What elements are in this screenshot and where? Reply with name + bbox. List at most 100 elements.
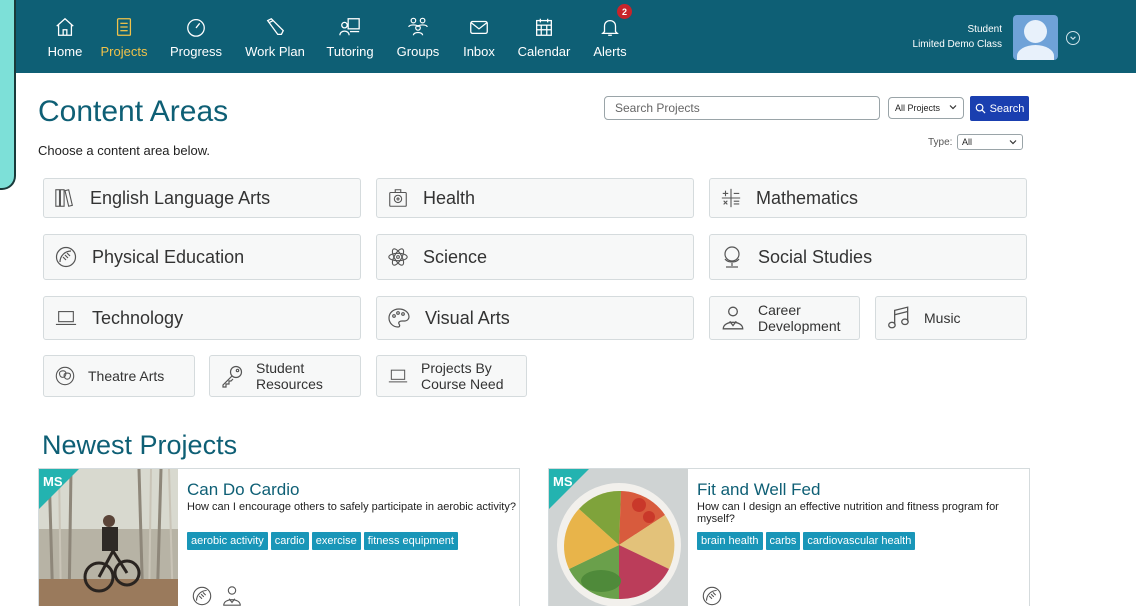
- content-area-student-resources[interactable]: Student Resources: [209, 355, 361, 397]
- search-button[interactable]: Search: [970, 96, 1029, 121]
- books-icon: [55, 189, 73, 207]
- user-menu-chevron-icon[interactable]: [1066, 31, 1080, 45]
- football-icon: [192, 586, 212, 606]
- content-area-label: Social Studies: [758, 246, 873, 267]
- nav-work-plan[interactable]: Work Plan: [240, 0, 310, 73]
- content-area-label: Mathematics: [756, 187, 859, 208]
- level-badge: MS: [43, 474, 63, 489]
- top-nav: Home Projects Progress Work Plan Tutorin…: [0, 0, 1136, 73]
- user-info[interactable]: Student Limited Demo Class: [913, 22, 1002, 52]
- tag[interactable]: aerobic activity: [187, 532, 268, 550]
- bell-icon: [601, 19, 619, 36]
- content-area-projects-by-course-need[interactable]: Projects By Course Need: [376, 355, 527, 397]
- page: Home Projects Progress Work Plan Tutorin…: [0, 0, 1136, 606]
- avatar[interactable]: [1013, 15, 1058, 60]
- project-card-fit-and-well-fed[interactable]: MS Fit and Well Fed How can I design an …: [548, 468, 1030, 606]
- content-area-theatre-arts[interactable]: Theatre Arts: [43, 355, 195, 397]
- search-scope-select[interactable]: All Projects: [888, 97, 964, 119]
- content-area-mathematics[interactable]: Mathematics: [709, 178, 1027, 218]
- user-name: Student: [967, 24, 1002, 35]
- nav-tutoring-label: Tutoring: [326, 44, 374, 59]
- nav-progress[interactable]: Progress: [166, 0, 226, 73]
- pencil-icon: [266, 17, 285, 35]
- level-badge: MS: [553, 474, 573, 489]
- tag[interactable]: fitness equipment: [363, 532, 458, 550]
- content-area-label: Physical Education: [92, 246, 245, 267]
- project-title[interactable]: Fit and Well Fed: [697, 480, 820, 500]
- tag[interactable]: cardiovascular health: [803, 532, 916, 550]
- content-area-visual-arts[interactable]: Visual Arts: [376, 296, 694, 340]
- nav-work-plan-label: Work Plan: [245, 44, 305, 59]
- tag[interactable]: brain health: [697, 532, 763, 550]
- content-area-label: Visual Arts: [425, 307, 510, 328]
- search-input[interactable]: [604, 96, 880, 120]
- newest-projects-title: Newest Projects: [42, 430, 238, 460]
- football-icon: [702, 586, 722, 606]
- content-area-science[interactable]: Science: [376, 234, 694, 280]
- project-subject-icons: [701, 585, 723, 606]
- content-area-label: Career Development: [758, 302, 841, 334]
- search-button-label: Search: [989, 102, 1025, 115]
- content-area-health[interactable]: Health: [376, 178, 694, 218]
- theatre-masks-icon: [55, 366, 75, 386]
- nav-home-label: Home: [47, 44, 83, 59]
- laptop-icon: [388, 369, 408, 383]
- content-area-label: Projects By Course Need: [421, 360, 504, 392]
- project-question: How can I encourage others to safely par…: [187, 501, 516, 513]
- globe-icon: [724, 246, 740, 268]
- content-area-label: Music: [924, 310, 961, 326]
- groups-icon: [408, 17, 428, 36]
- nav-inbox[interactable]: Inbox: [459, 0, 499, 73]
- content-area-label: English Language Arts: [90, 187, 271, 208]
- content-area-label: Health: [423, 187, 476, 208]
- tag[interactable]: cardio: [270, 532, 309, 550]
- type-select[interactable]: All: [957, 134, 1023, 150]
- nav-projects[interactable]: Projects: [96, 0, 152, 73]
- nav-inbox-label: Inbox: [463, 44, 495, 59]
- nav-calendar-label: Calendar: [517, 44, 571, 59]
- nav-calendar[interactable]: Calendar: [514, 0, 574, 73]
- project-question: How can I design an effective nutrition …: [697, 501, 999, 525]
- content-area-label: Student Resources: [256, 360, 323, 392]
- career-person-icon: [722, 306, 744, 330]
- project-subject-icons: [191, 585, 243, 606]
- nav-alerts[interactable]: 2 Alerts: [589, 0, 632, 73]
- nav-tutoring[interactable]: Tutoring: [322, 0, 378, 73]
- tag[interactable]: carbs: [765, 532, 801, 550]
- content-area-physical-education[interactable]: Physical Education: [43, 234, 361, 280]
- content-area-music[interactable]: Music: [875, 296, 1027, 340]
- envelope-icon: [470, 20, 488, 35]
- user-class: Limited Demo Class: [912, 39, 1002, 50]
- laptop-icon: [55, 311, 77, 325]
- career-person-icon: [223, 586, 241, 606]
- project-title[interactable]: Can Do Cardio: [187, 480, 299, 500]
- key-icon: [222, 365, 243, 388]
- notebook-icon: [116, 18, 132, 36]
- nav-groups[interactable]: Groups: [393, 0, 443, 73]
- first-aid-icon: [389, 189, 407, 207]
- content-area-technology[interactable]: Technology: [43, 296, 361, 340]
- tag[interactable]: exercise: [311, 532, 361, 550]
- chevron-down-icon: [1009, 140, 1017, 145]
- type-label: Type:: [928, 137, 953, 148]
- side-panel[interactable]: [0, 0, 16, 190]
- palette-icon: [388, 308, 410, 328]
- project-tags: brain health carbs cardiovascular health: [697, 532, 916, 550]
- content-area-career-development[interactable]: Career Development: [709, 296, 860, 340]
- nav-projects-label: Projects: [100, 44, 148, 59]
- content-area-english-language-arts[interactable]: English Language Arts: [43, 178, 361, 218]
- gauge-icon: [187, 19, 205, 37]
- content-area-label: Technology: [92, 307, 184, 328]
- nav-alerts-label: Alerts: [593, 44, 627, 59]
- calendar-icon: [536, 18, 552, 36]
- atom-icon: [388, 248, 408, 266]
- content-area-social-studies[interactable]: Social Studies: [709, 234, 1027, 280]
- nav-home[interactable]: Home: [42, 0, 88, 73]
- teacher-icon: [339, 18, 360, 36]
- search-scope-value: All Projects: [895, 103, 941, 113]
- page-subtitle: Choose a content area below.: [38, 143, 211, 158]
- content-area-label: Theatre Arts: [88, 368, 165, 384]
- football-icon: [55, 246, 77, 268]
- project-card-can-do-cardio[interactable]: MS Can Do Cardio How can I encourage oth…: [38, 468, 520, 606]
- nav-progress-label: Progress: [169, 44, 223, 59]
